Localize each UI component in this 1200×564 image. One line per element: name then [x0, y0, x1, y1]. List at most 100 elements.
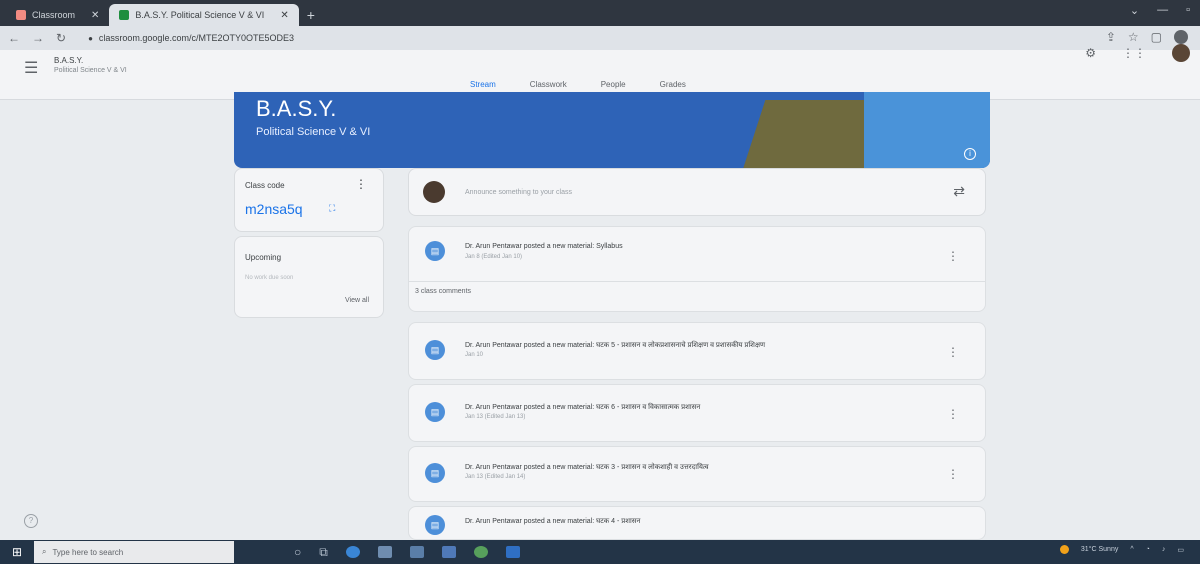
tab-label: Classroom	[32, 10, 76, 20]
app-class-name[interactable]: B.A.S.Y.	[54, 56, 83, 65]
app-bar-actions: ⚙ ⋮⋮	[1085, 44, 1190, 62]
browser-actions: ⇪ ☆ ▢	[1106, 30, 1188, 44]
weather-sun-icon	[1059, 545, 1069, 554]
task-view-icon[interactable]: ⧉	[319, 545, 328, 560]
star-icon[interactable]: ☆	[1128, 30, 1139, 44]
browser-tab-1[interactable]: Classroom ✕	[6, 4, 109, 26]
back-arrow-icon[interactable]: ←	[8, 31, 20, 45]
more-vert-icon[interactable]: ⋮	[947, 249, 959, 263]
store-icon[interactable]	[409, 546, 424, 558]
windows-start-icon[interactable]: ⊞	[0, 540, 34, 564]
chevron-up-icon[interactable]: ^	[1130, 546, 1133, 553]
chrome-icon[interactable]	[473, 546, 488, 558]
stream-post[interactable]: ▤ Dr. Arun Pentawar posted a new materia…	[408, 506, 986, 540]
tab-grades[interactable]: Grades	[660, 80, 686, 89]
post-title[interactable]: Dr. Arun Pentawar posted a new material:…	[465, 403, 700, 412]
lock-icon: ●	[88, 34, 93, 43]
edge-icon[interactable]	[345, 546, 360, 558]
window-icon[interactable]: ▢	[1151, 30, 1162, 44]
avatar	[423, 181, 445, 203]
app-class-subtitle: Political Science V & VI	[54, 67, 127, 74]
post-title[interactable]: Dr. Arun Pentawar posted a new material:…	[465, 463, 709, 472]
settings-gear-icon[interactable]: ⚙	[1085, 46, 1096, 60]
address-bar: ← → ↻ ● classroom.google.com/c/MTE2OTY0OT…	[0, 26, 1200, 50]
tab-classwork[interactable]: Classwork	[530, 80, 567, 89]
material-icon: ▤	[425, 402, 445, 422]
notification-icon[interactable]: ▭	[1177, 546, 1184, 554]
stream-post[interactable]: ▤ Dr. Arun Pentawar posted a new materia…	[408, 446, 986, 502]
fullscreen-icon[interactable]: ⛶	[329, 203, 335, 214]
weather-text[interactable]: 31°C Sunny	[1081, 546, 1118, 553]
class-nav-tabs: Stream Classwork People Grades	[470, 80, 686, 89]
repost-icon[interactable]: ⇄	[953, 183, 965, 200]
tab-favicon-icon	[16, 10, 26, 20]
class-code-label: Class code	[245, 181, 285, 190]
windows-taskbar: ⊞ ⌕ Type here to search ○ ⧉ 31°C Sunny ^…	[0, 540, 1200, 564]
stream-post[interactable]: ▤ Dr. Arun Pentawar posted a new materia…	[408, 384, 986, 442]
cortana-icon[interactable]: ○	[294, 545, 301, 559]
announce-input[interactable]: Announce something to your class	[465, 189, 572, 196]
new-tab-button[interactable]: +	[307, 4, 315, 26]
class-code-value: m2nsa5q	[245, 201, 303, 217]
stream-post[interactable]: ▤ Dr. Arun Pentawar posted a new materia…	[408, 226, 986, 312]
info-icon[interactable]: i	[964, 148, 976, 160]
url-field[interactable]: ● classroom.google.com/c/MTE2OTY0OTE5ODE3	[88, 33, 294, 43]
word-icon[interactable]	[505, 546, 520, 558]
more-vert-icon[interactable]: ⋮	[355, 177, 367, 191]
profile-icon[interactable]	[1174, 30, 1188, 44]
material-icon: ▤	[425, 241, 445, 261]
minimize-icon[interactable]: —	[1157, 4, 1168, 17]
announce-box[interactable]: Announce something to your class ⇄	[408, 168, 986, 216]
tab-favicon-icon	[119, 10, 130, 20]
volume-icon[interactable]: ♪	[1162, 546, 1166, 553]
share-icon[interactable]: ⇪	[1106, 30, 1116, 44]
browser-tab-2[interactable]: B.A.S.Y. Political Science V & VI ✕	[109, 4, 299, 26]
help-icon[interactable]: ?	[24, 514, 38, 528]
post-date: Jan 13 (Edited Jan 13)	[465, 414, 526, 420]
tab-stream[interactable]: Stream	[470, 80, 496, 89]
forward-arrow-icon[interactable]: →	[32, 31, 44, 45]
banner-title: B.A.S.Y.	[256, 96, 337, 121]
post-date: Jan 8 (Edited Jan 10)	[465, 254, 523, 260]
chevron-down-icon[interactable]: ⌄	[1130, 4, 1139, 17]
post-title[interactable]: Dr. Arun Pentawar posted a new material:…	[465, 243, 623, 250]
class-comments-link[interactable]: 3 class comments	[409, 281, 985, 295]
taskbar-apps: ○ ⧉	[294, 545, 520, 560]
view-all-link[interactable]: View all	[345, 297, 369, 304]
maximize-icon[interactable]: ▫	[1186, 4, 1190, 17]
system-tray: 31°C Sunny ^ ◔ ♪ ▭	[1059, 545, 1184, 554]
upcoming-label: Upcoming	[245, 253, 282, 262]
upcoming-card: Upcoming No work due soon View all	[234, 236, 384, 318]
file-explorer-icon[interactable]	[377, 546, 392, 558]
browser-tab-bar: Classroom ✕ B.A.S.Y. Political Science V…	[0, 0, 1200, 26]
more-vert-icon[interactable]: ⋮	[947, 345, 959, 359]
mail-icon[interactable]	[441, 546, 456, 558]
tab-people[interactable]: People	[601, 80, 626, 89]
more-vert-icon[interactable]: ⋮	[947, 407, 959, 421]
taskbar-search-input[interactable]: ⌕ Type here to search	[34, 541, 234, 563]
close-tab-icon[interactable]: ✕	[91, 10, 99, 21]
class-banner: B.A.S.Y. Political Science V & VI i	[234, 92, 990, 168]
reload-icon[interactable]: ↻	[56, 31, 66, 45]
material-icon: ▤	[425, 515, 445, 535]
material-icon: ▤	[425, 463, 445, 483]
tab-label: B.A.S.Y. Political Science V & VI	[135, 10, 265, 20]
apps-grid-icon[interactable]: ⋮⋮	[1122, 46, 1146, 60]
post-date: Jan 10	[465, 352, 484, 358]
post-title[interactable]: Dr. Arun Pentawar posted a new material:…	[465, 341, 765, 350]
class-code-card: Class code ⋮ m2nsa5q ⛶	[234, 168, 384, 232]
material-icon: ▤	[425, 340, 445, 360]
post-date: Jan 13 (Edited Jan 14)	[465, 474, 526, 480]
hamburger-menu-icon[interactable]: ☰	[24, 58, 38, 78]
user-avatar[interactable]	[1172, 44, 1190, 62]
close-tab-icon[interactable]: ✕	[280, 10, 288, 21]
upcoming-note: No work due soon	[245, 275, 294, 281]
search-icon: ⌕	[42, 547, 47, 556]
search-placeholder: Type here to search	[52, 547, 124, 557]
banner-subtitle: Political Science V & VI	[256, 126, 371, 138]
url-text: classroom.google.com/c/MTE2OTY0OTE5ODE3	[98, 33, 294, 43]
post-title[interactable]: Dr. Arun Pentawar posted a new material:…	[465, 517, 640, 526]
network-icon[interactable]: ◔	[1146, 546, 1150, 553]
stream-post[interactable]: ▤ Dr. Arun Pentawar posted a new materia…	[408, 322, 986, 380]
more-vert-icon[interactable]: ⋮	[947, 467, 959, 481]
